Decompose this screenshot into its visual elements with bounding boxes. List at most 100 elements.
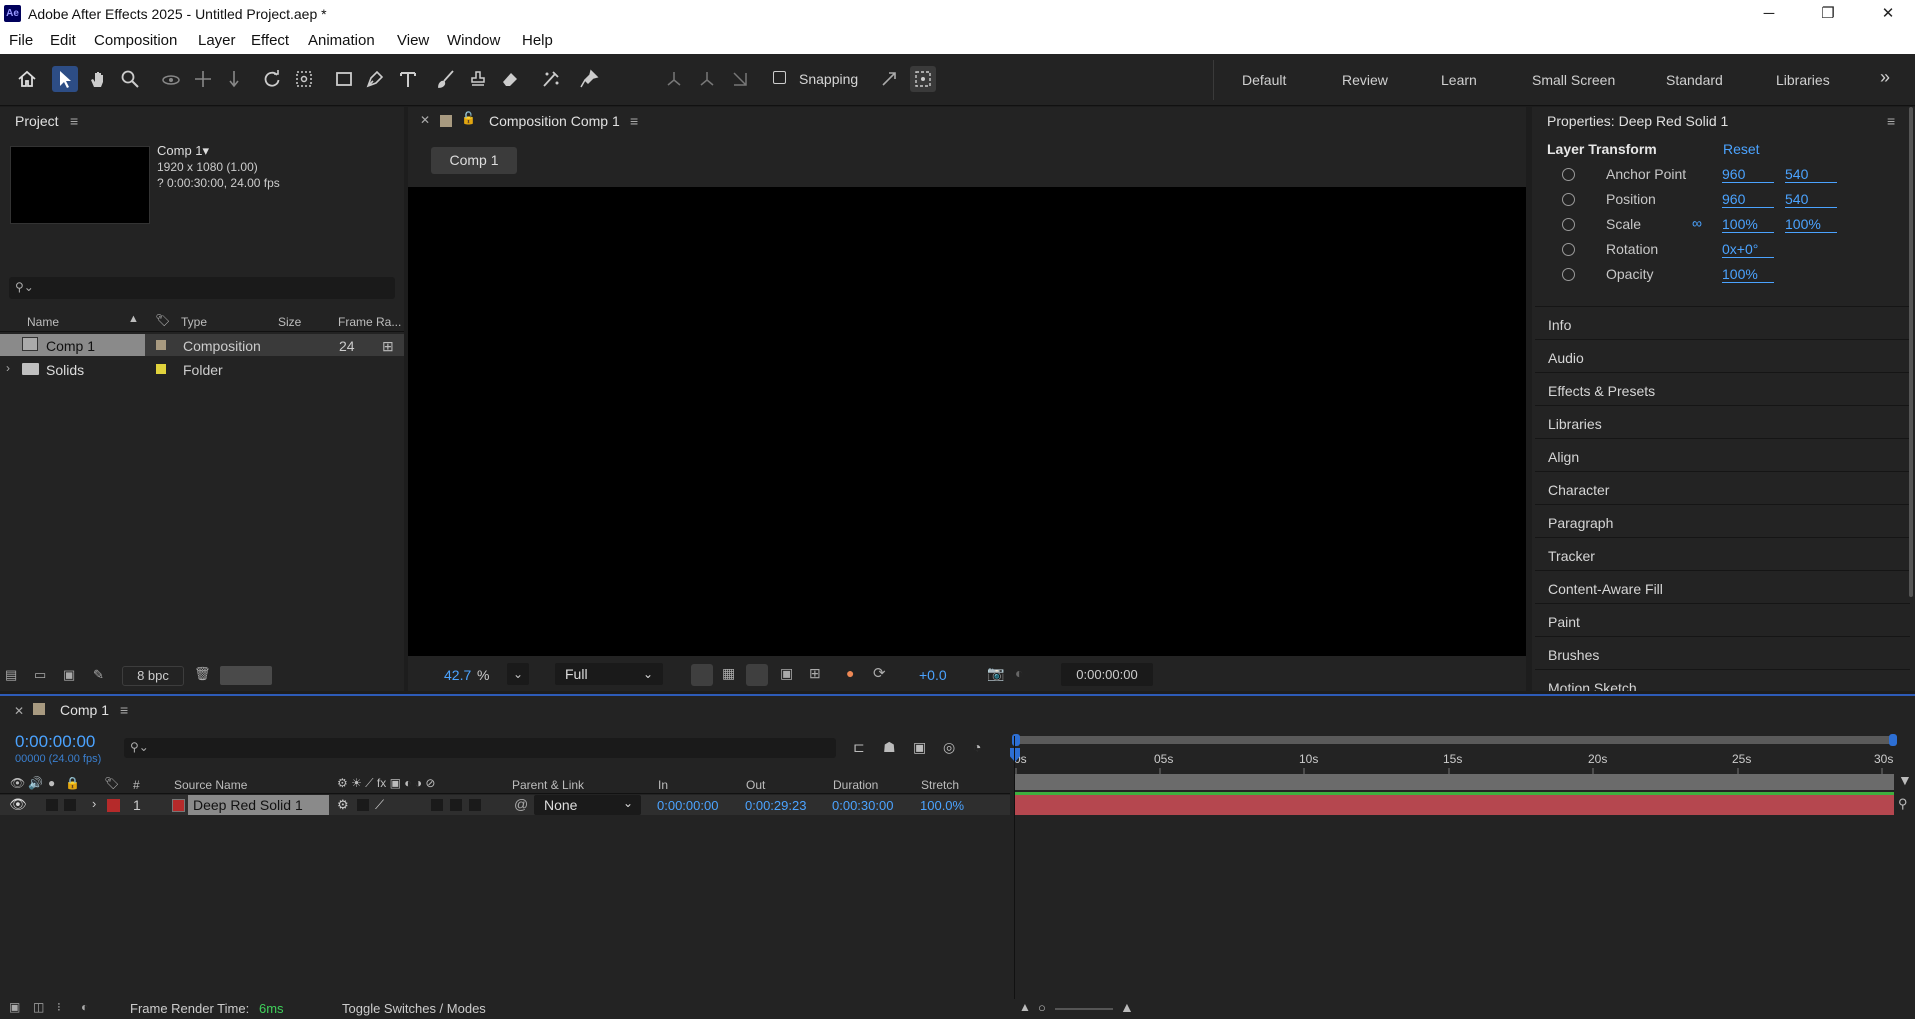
quality-switch-icon[interactable]: ⟋ [375, 797, 384, 813]
work-area-bar[interactable] [1014, 774, 1894, 790]
navigator-end-handle[interactable] [1889, 734, 1897, 746]
snapping-checkbox[interactable] [773, 71, 786, 84]
rotation-tool-icon[interactable] [259, 66, 285, 92]
panel-paragraph[interactable]: Paragraph [1535, 504, 1910, 537]
interpret-footage-icon[interactable]: ▤ [5, 667, 17, 683]
position-y-value[interactable]: 540 [1785, 191, 1837, 208]
pen-tool-icon[interactable] [362, 66, 388, 92]
roto-brush-icon[interactable] [538, 66, 564, 92]
comp-breadcrumb-button[interactable]: Comp 1 [431, 147, 517, 174]
workspace-review[interactable]: Review [1342, 72, 1388, 88]
panel-character[interactable]: Character [1535, 471, 1910, 504]
col-frame-rate[interactable]: Frame Ra... [338, 315, 401, 329]
expand-arrow-icon[interactable]: › [6, 361, 10, 375]
workspace-libraries[interactable]: Libraries [1776, 72, 1830, 88]
trash-icon[interactable]: 🗑 [194, 666, 211, 682]
position-x-value[interactable]: 960 [1722, 191, 1774, 208]
frame-blending-icon[interactable]: ◎ [943, 739, 955, 756]
panel-audio[interactable]: Audio [1535, 339, 1910, 372]
zoom-slider-handle[interactable]: ○ [1038, 1000, 1046, 1015]
workspace-default[interactable]: Default [1242, 72, 1286, 88]
grid-guides-icon[interactable]: ⊞ [809, 665, 821, 682]
viewer-timecode[interactable]: 0:00:00:00 [1061, 663, 1153, 686]
sort-arrow-icon[interactable]: ▲ [128, 313, 139, 325]
time-navigator-bar[interactable] [1014, 736, 1895, 744]
workspace-small-screen[interactable]: Small Screen [1532, 72, 1615, 88]
label-color-swatch[interactable] [107, 799, 120, 812]
panel-content-aware-fill[interactable]: Content-Aware Fill [1535, 570, 1910, 603]
panel-libraries[interactable]: Libraries [1535, 405, 1910, 438]
panel-motion-sketch[interactable]: Motion Sketch [1535, 669, 1910, 691]
adjust-settings-icon[interactable]: ✎ [93, 667, 104, 683]
rectangle-tool-icon[interactable] [331, 66, 357, 92]
modes-icon[interactable]: ◫ [33, 1000, 44, 1014]
stopwatch-icon[interactable] [1562, 218, 1575, 231]
menu-animation[interactable]: Animation [308, 32, 375, 49]
dolly-camera-icon[interactable] [221, 66, 247, 92]
collapse-transform-icon[interactable]: ⚙ [337, 797, 349, 813]
layer-in-point[interactable]: 0:00:00:00 [657, 798, 718, 813]
stopwatch-icon[interactable] [1562, 243, 1575, 256]
col-stretch[interactable]: Stretch [921, 778, 959, 792]
pick-whip-icon[interactable]: @ [514, 796, 528, 812]
region-of-interest-icon[interactable] [746, 664, 768, 686]
menu-window[interactable]: Window [447, 32, 500, 49]
stopwatch-icon[interactable] [1562, 268, 1575, 281]
constrain-proportions-icon[interactable]: ∞ [1692, 215, 1702, 231]
shy-layers-icon[interactable]: ▣ [913, 739, 926, 756]
draft-3d-icon[interactable]: ☗ [883, 739, 896, 756]
layer-out-point[interactable]: 0:00:29:23 [745, 798, 806, 813]
layer-duration[interactable]: 0:00:30:00 [832, 798, 893, 813]
col-out[interactable]: Out [746, 778, 765, 792]
col-name[interactable]: Name [27, 315, 59, 329]
in-out-icon[interactable]: ⁝ [57, 1000, 61, 1014]
thumbnail-transparency-toggle[interactable] [220, 666, 272, 685]
reset-link[interactable]: Reset [1723, 141, 1760, 157]
zoom-in-icon[interactable]: ▲ [1120, 999, 1134, 1015]
snap-options-icon[interactable] [876, 66, 902, 92]
layer-name[interactable]: Deep Red Solid 1 [188, 795, 329, 815]
show-snapshot-icon[interactable]: ◐ [1015, 665, 1023, 681]
col-in[interactable]: In [658, 778, 668, 792]
composition-mini-flowchart-icon[interactable]: ⊏ [853, 739, 865, 756]
project-search-input[interactable]: ⚲⌄ [9, 277, 395, 299]
audio-switch-icon[interactable]: 🔊 [28, 776, 43, 790]
puppet-pin-icon[interactable] [576, 66, 602, 92]
label-color-swatch[interactable] [156, 364, 166, 374]
properties-menu-icon[interactable]: ≡ [1887, 113, 1895, 129]
opacity-value[interactable]: 100% [1722, 266, 1774, 283]
clone-stamp-icon[interactable] [465, 66, 491, 92]
timeline-menu-icon[interactable]: ≡ [120, 702, 128, 718]
label-tag-icon[interactable]: 🏷 [155, 313, 170, 327]
anchor-y-value[interactable]: 540 [1785, 166, 1837, 183]
scale-y-value[interactable]: 100% [1785, 216, 1837, 233]
col-parent-link[interactable]: Parent & Link [512, 778, 584, 792]
layer-switches-icon[interactable]: ▣ [9, 1000, 20, 1014]
col-duration[interactable]: Duration [833, 778, 878, 792]
zoom-out-icon[interactable]: ▲ [1019, 1000, 1031, 1014]
zoom-value[interactable]: 42.7 [444, 667, 471, 683]
current-timecode[interactable]: 0:00:00:00 [15, 732, 95, 752]
solo-toggle[interactable] [46, 799, 58, 811]
fast-previews-icon[interactable] [691, 664, 713, 686]
world-axis-icon[interactable] [694, 66, 720, 92]
panel-effects-presets[interactable]: Effects & Presets [1535, 372, 1910, 405]
home-icon[interactable] [14, 66, 40, 92]
zoom-slider-track[interactable] [1055, 1008, 1113, 1010]
stopwatch-icon[interactable] [1562, 168, 1575, 181]
lock-icon[interactable]: 🔓 [461, 111, 476, 125]
new-folder-icon[interactable]: ▭ [34, 667, 46, 683]
minimize-icon[interactable]: ─ [1746, 0, 1792, 28]
label-color-swatch[interactable] [156, 340, 166, 350]
project-menu-icon[interactable]: ≡ [70, 113, 78, 129]
switch-toggle[interactable] [450, 799, 462, 811]
local-axis-icon[interactable] [661, 66, 687, 92]
layer-row[interactable]: 👁 › 1 Deep Red Solid 1 ⚙ ⟋ @ None ⌄ 0:00… [0, 795, 1010, 815]
project-tab[interactable]: Project [15, 113, 59, 129]
mask-visibility-icon[interactable]: ▣ [780, 665, 793, 682]
layer-stretch[interactable]: 100.0% [920, 798, 964, 813]
transparency-grid-icon[interactable]: ▦ [722, 665, 735, 682]
close-tab-icon[interactable]: ✕ [14, 704, 24, 718]
label-tag-icon[interactable]: 🏷 [104, 776, 119, 790]
selection-tool-icon[interactable] [52, 66, 78, 92]
